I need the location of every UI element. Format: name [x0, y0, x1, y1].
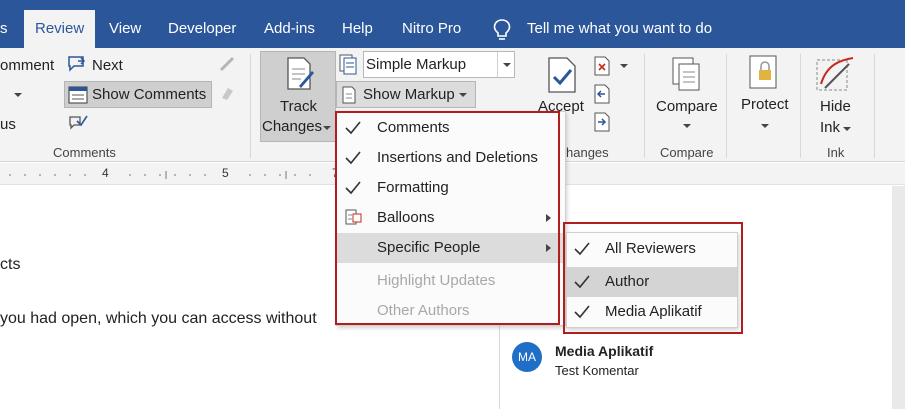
- chevron-down-icon[interactable]: [620, 64, 628, 68]
- balloons-icon: [345, 209, 362, 225]
- document-text-line: cts: [0, 256, 21, 273]
- chevron-down-icon: [323, 126, 331, 130]
- menu-item-comments[interactable]: Comments: [337, 113, 565, 143]
- changes-group-label: hanges: [566, 145, 609, 160]
- hide-ink-label-2[interactable]: Ink: [820, 119, 840, 136]
- compare-group-label: Compare: [660, 145, 714, 160]
- show-markup-icon: [342, 86, 356, 104]
- checkmark-icon: [574, 305, 590, 319]
- comment-text[interactable]: Test Komentar: [555, 363, 639, 378]
- menu-item-label: All Reviewers: [605, 240, 696, 257]
- compare-icon[interactable]: [669, 56, 705, 92]
- tab-addins[interactable]: Add-ins: [264, 10, 315, 48]
- checkmark-icon: [345, 181, 361, 195]
- protect-button[interactable]: Protect: [741, 96, 789, 113]
- menu-item-label: Highlight Updates: [377, 272, 496, 289]
- group-separator: [250, 54, 251, 158]
- hide-ink-label-1[interactable]: Hide: [820, 98, 851, 115]
- avatar: MA: [512, 342, 542, 372]
- checkmark-icon: [574, 275, 590, 289]
- tab-help[interactable]: Help: [342, 10, 373, 48]
- resolve-comment-icon[interactable]: [68, 113, 88, 131]
- show-markup-button[interactable]: Show Markup: [336, 81, 476, 108]
- markup-mode-value: Simple Markup: [366, 56, 467, 73]
- menu-item-label: Media Aplikatif: [605, 303, 702, 320]
- tab-developer[interactable]: Developer: [168, 10, 236, 48]
- specific-people-menu: All Reviewers Author Media Aplikatif: [566, 232, 738, 328]
- checkmark-icon: [574, 242, 590, 256]
- menu-item-label: Other Authors: [377, 302, 470, 319]
- hide-ink-icon[interactable]: [815, 54, 859, 94]
- track-changes-label-1: Track: [280, 98, 317, 115]
- menu-item-label: Author: [605, 273, 650, 290]
- tab-nitro-pro[interactable]: Nitro Pro: [402, 10, 461, 48]
- accept-icon[interactable]: [545, 56, 579, 94]
- chevron-down-icon[interactable]: [761, 124, 769, 128]
- tell-me-text: Tell me what you want to do: [527, 20, 713, 37]
- menu-item-label: Comments: [377, 119, 450, 136]
- menu-item-insertions-deletions[interactable]: Insertions and Deletions: [337, 143, 565, 173]
- checkmark-icon: [345, 121, 361, 135]
- display-for-review-icon: [339, 54, 357, 75]
- menu-item-all-reviewers[interactable]: All Reviewers: [567, 234, 737, 264]
- group-separator: [800, 54, 801, 158]
- group-separator: [726, 54, 727, 158]
- checkmark-icon: [345, 151, 361, 165]
- compare-button[interactable]: Compare: [656, 98, 718, 115]
- next-change-icon[interactable]: [593, 112, 611, 132]
- menu-item-highlight-updates: Highlight Updates: [337, 266, 565, 296]
- menu-item-author[interactable]: Author: [567, 267, 737, 297]
- menu-item-formatting[interactable]: Formatting: [337, 173, 565, 203]
- tab-review[interactable]: Review: [24, 10, 96, 48]
- lightbulb-icon: [493, 19, 511, 40]
- new-comment-label[interactable]: omment: [0, 57, 54, 74]
- pen-icon[interactable]: [218, 55, 236, 73]
- menu-item-label: Balloons: [377, 209, 435, 226]
- ribbon-tab-bar: s Review View Developer Add-ins Help Nit…: [0, 0, 905, 48]
- tab-view[interactable]: View: [109, 10, 141, 48]
- chevron-down-icon: [459, 93, 467, 97]
- show-comments-button[interactable]: Show Comments: [64, 81, 212, 108]
- show-markup-label: Show Markup: [363, 86, 455, 103]
- menu-item-label: Insertions and Deletions: [377, 149, 538, 166]
- ruler-number: 5: [222, 166, 229, 180]
- track-changes-button[interactable]: Track Changes: [260, 51, 336, 142]
- ink-group-label: Ink: [827, 145, 845, 160]
- group-separator: [874, 54, 875, 158]
- chevron-down-icon[interactable]: [683, 124, 691, 128]
- chevron-down-icon: [503, 63, 511, 67]
- eraser-icon[interactable]: [218, 84, 236, 102]
- menu-item-label: Specific People: [377, 239, 481, 256]
- track-changes-icon: [287, 57, 314, 90]
- submenu-arrow-icon: [546, 214, 551, 222]
- reject-icon[interactable]: [593, 56, 611, 76]
- menu-item-balloons[interactable]: Balloons: [337, 203, 565, 233]
- chevron-down-icon[interactable]: [14, 93, 22, 97]
- comments-group-label: Comments: [53, 145, 116, 160]
- chevron-down-icon[interactable]: [843, 127, 851, 131]
- protect-icon[interactable]: [746, 54, 782, 92]
- markup-mode-select[interactable]: Simple Markup: [363, 51, 515, 78]
- menu-item-specific-people[interactable]: Specific People: [337, 233, 565, 263]
- ruler-number: 4: [102, 166, 109, 180]
- show-comments-label: Show Comments: [92, 86, 207, 103]
- menu-item-media-aplikatif[interactable]: Media Aplikatif: [567, 297, 737, 327]
- comment-author: Media Aplikatif: [555, 343, 654, 359]
- menu-item-other-authors: Other Authors: [337, 296, 565, 326]
- submenu-arrow-icon: [546, 244, 551, 252]
- tab-partial[interactable]: s: [0, 10, 8, 48]
- previous-change-icon[interactable]: [593, 84, 611, 104]
- show-comments-icon: [68, 86, 88, 104]
- group-separator: [644, 54, 645, 158]
- track-changes-label-2: Changes: [262, 118, 323, 135]
- menu-item-label: Formatting: [377, 179, 449, 196]
- select-divider: [497, 52, 498, 77]
- next-comment-button[interactable]: Next: [92, 57, 123, 74]
- next-comment-icon[interactable]: [66, 54, 88, 74]
- document-text-line: you had open, which you can access witho…: [0, 310, 317, 327]
- show-markup-menu: Comments Insertions and Deletions Format…: [336, 111, 566, 326]
- partial-us-label[interactable]: us: [0, 116, 16, 133]
